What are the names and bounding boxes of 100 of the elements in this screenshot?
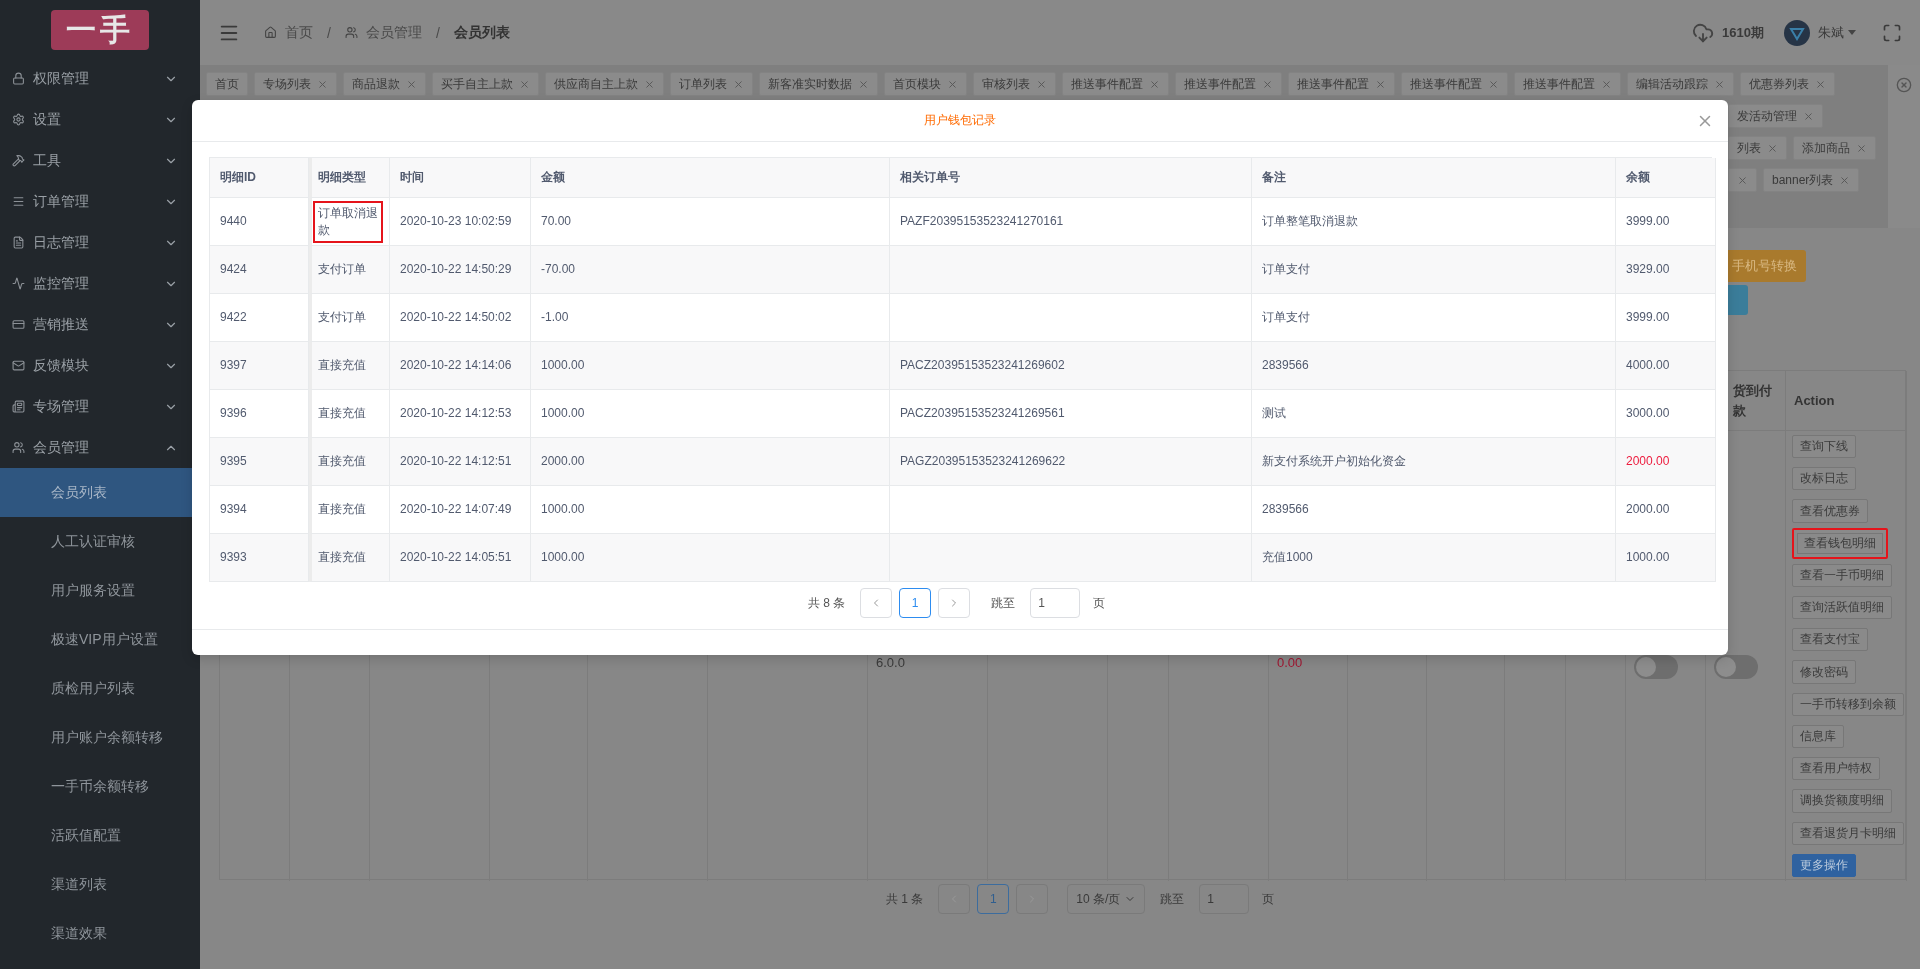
action-button[interactable]: 改标日志 [1792,467,1856,491]
sidebar-subitem[interactable]: 渠道效果 [0,909,200,958]
close-icon[interactable] [733,78,744,90]
page-tab[interactable]: 买手自主上款 [432,72,539,96]
jump-label: 跳至 [991,594,1016,612]
close-icon[interactable] [1714,78,1725,90]
page-input[interactable]: 1 [1030,588,1081,618]
page-tab[interactable]: 推送事件配置 [1514,72,1621,96]
page-tab[interactable]: 优惠券列表 [1740,72,1835,96]
close-icon[interactable] [1375,78,1386,90]
action-button[interactable] [1728,285,1748,315]
home-icon [264,26,277,39]
page-tab[interactable]: 专场列表 [254,72,337,96]
more-actions-button[interactable]: 更多操作 [1792,853,1856,878]
page-tab[interactable]: 首页模块 [884,72,967,96]
action-button[interactable]: 查看退货月卡明细 [1792,821,1904,845]
close-icon[interactable] [406,78,417,90]
table-cell: 1000.00 [1616,534,1716,582]
fullscreen-icon[interactable] [1882,22,1902,43]
page-tab[interactable]: 推送事件配置 [1175,72,1282,96]
page-tab[interactable]: 订单列表 [670,72,753,96]
close-icon[interactable] [1036,78,1047,90]
close-icon[interactable] [1601,78,1612,90]
table-cell: 2020-10-22 14:07:49 [390,486,531,534]
table-cell: 直接充值 [309,390,390,438]
page-tab[interactable]: 新客准实时数据 [759,72,878,96]
cloud-download-icon[interactable] [1692,21,1715,44]
page-button[interactable]: 1 [977,884,1010,914]
jump-label: 跳至 [1160,890,1185,908]
next-page-button[interactable] [1016,884,1049,914]
page-tab[interactable]: 供应商自主上款 [545,72,664,96]
phone-convert-button[interactable]: 手机号转换 [1728,250,1806,282]
page-tab[interactable]: 商品退款 [343,72,426,96]
page-tab[interactable]: 添加商品 [1793,136,1876,160]
breadcrumb-item[interactable]: 首页 [285,23,313,42]
sidebar-item[interactable]: 订单管理 [0,181,200,222]
toggle-switch[interactable] [1634,655,1678,679]
user-menu[interactable]: 朱斌 [1818,23,1856,42]
sidebar-item[interactable]: 工具 [0,140,200,181]
close-icon[interactable] [947,78,958,90]
action-button[interactable]: 查看用户特权 [1792,757,1880,781]
page-tab[interactable]: 推送事件配置 [1401,72,1508,96]
page-tab[interactable]: 推送事件配置 [1288,72,1395,96]
close-icon[interactable] [858,78,869,90]
close-icon[interactable] [644,78,655,90]
table-cell: 2020-10-22 14:50:02 [390,294,531,342]
page-size-select[interactable]: 10 条/页 [1067,884,1146,914]
action-button[interactable]: 查看钱包明细 [1792,527,1888,559]
page-tab[interactable]: 推送事件配置 [1062,72,1169,96]
page-tab[interactable]: 编辑活动跟踪 [1627,72,1734,96]
sidebar-item[interactable]: 营销推送 [0,304,200,345]
sidebar-subitem[interactable]: 渠道列表 [0,860,200,909]
sidebar-item[interactable]: 会员管理 [0,427,200,468]
close-icon[interactable] [1149,78,1160,90]
action-button[interactable]: 查看优惠券 [1792,499,1868,523]
table-cell: 2020-10-22 14:50:29 [390,246,531,294]
page-tab[interactable]: 审核列表 [973,72,1056,96]
sidebar-item[interactable]: 监控管理 [0,263,200,304]
page-tab[interactable]: 发活动管理 [1728,104,1823,128]
close-icon[interactable] [519,78,530,90]
page-button[interactable]: 1 [899,588,932,618]
breadcrumb-item[interactable]: 会员管理 [365,23,422,42]
action-button[interactable]: 信息库 [1792,724,1844,749]
sidebar-subitem[interactable]: 一手币余额转移 [0,762,200,811]
close-icon[interactable] [1856,142,1867,154]
avatar-icon[interactable] [1784,19,1810,46]
close-icon[interactable] [1767,142,1778,154]
action-button[interactable]: 修改密码 [1792,660,1856,684]
sidebar-subitem[interactable]: 用户账户余额转移 [0,713,200,762]
page-tab[interactable]: banner列表 [1763,168,1860,192]
close-icon[interactable] [1737,174,1748,186]
close-icon[interactable] [1262,78,1273,90]
table-cell: 9397 [210,342,309,390]
action-button[interactable]: 查询下线 [1792,435,1856,459]
close-icon[interactable] [1488,78,1499,90]
page-tab[interactable] [1728,168,1757,192]
page-tab[interactable]: 列表 [1728,136,1787,160]
sidebar-item[interactable]: 反馈模块 [0,345,200,386]
close-icon[interactable] [1839,174,1851,186]
close-icon[interactable] [317,78,328,90]
sidebar-subitem[interactable]: 质检用户列表 [0,664,200,713]
table-cell: 2000.00 [1616,486,1716,534]
action-button[interactable]: 查看支付宝 [1792,628,1868,652]
action-button[interactable]: 调换货额度明细 [1792,789,1892,813]
page-input[interactable]: 1 [1199,884,1250,914]
page-tab[interactable]: 首页 [206,72,248,96]
sidebar-item[interactable]: 权限管理 [0,58,200,99]
toggle-switch[interactable] [1714,655,1758,679]
action-button[interactable]: 查询活跃值明细 [1792,595,1892,620]
sidebar-item[interactable]: 设置 [0,99,200,140]
action-button[interactable]: 一手币转移到余额 [1792,692,1904,716]
sidebar-item[interactable]: 专场管理 [0,386,200,427]
action-button[interactable]: 查看一手币明细 [1792,563,1892,587]
sidebar-subitem[interactable]: 活跃值配置 [0,811,200,860]
close-icon[interactable] [1803,110,1814,122]
table-cell: 1000.00 [531,534,890,582]
dialog-title: 用户钱包记录 [924,112,996,129]
sidebar-item[interactable]: 日志管理 [0,222,200,263]
close-all-icon[interactable] [1896,77,1912,93]
close-icon[interactable] [1815,78,1826,90]
